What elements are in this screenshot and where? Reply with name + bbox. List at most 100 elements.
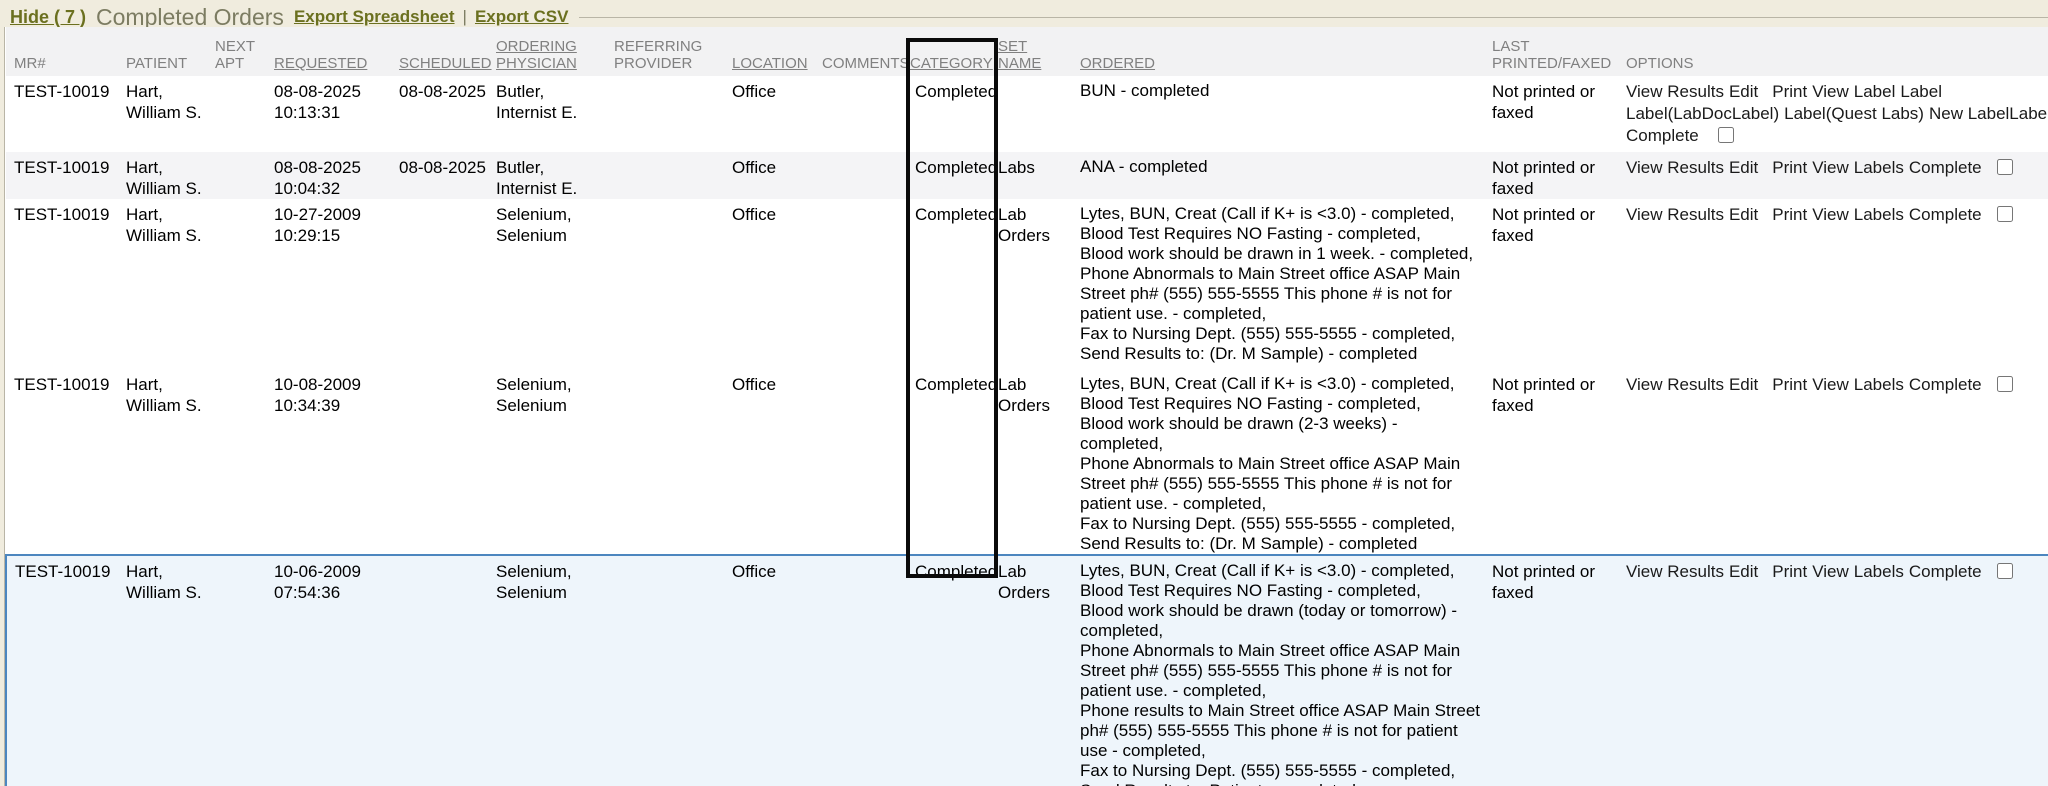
complete-checkbox[interactable] (1718, 127, 1734, 143)
option-link-view-results[interactable]: View Results (1626, 205, 1724, 224)
option-link-print[interactable]: Print (1772, 562, 1807, 581)
option-link-complete[interactable]: Complete (1909, 158, 1982, 177)
complete-checkbox[interactable] (1997, 563, 2013, 579)
cell-text-line: Phone Abnormals to Main Street office AS… (1080, 641, 1484, 701)
option-link-edit[interactable]: Edit (1729, 158, 1758, 177)
cell-last-printed: Not printed or faxed (1492, 76, 1626, 152)
option-link-labels[interactable]: Labels (1854, 562, 1904, 581)
cell-text-line: Send Results to: (Dr. M Sample) - comple… (1080, 534, 1484, 554)
cell-category: Completed (910, 76, 998, 152)
cell-text-line: Internist E. (496, 178, 606, 199)
option-link-complete[interactable]: Complete (1909, 375, 1982, 394)
cell-text-line: 08-08-2025 (274, 81, 391, 102)
table-header-row: MR#PATIENTNEXTAPTREQUESTEDSCHEDULEDORDER… (6, 27, 2048, 76)
option-link-view-results[interactable]: View Results (1626, 375, 1724, 394)
option-link-edit[interactable]: Edit (1729, 375, 1758, 394)
complete-checkbox[interactable] (1997, 206, 2013, 222)
option-link-view-results[interactable]: View Results (1626, 82, 1724, 101)
option-link-new-labellabels[interactable]: New LabelLabels (1929, 104, 2048, 123)
option-link-label-quest-labs-[interactable]: Label(Quest Labs) (1784, 104, 1924, 123)
option-link-view[interactable]: View (1812, 562, 1849, 581)
option-link-label[interactable]: Label (1900, 82, 1942, 101)
column-header-label: OPTIONS (1626, 55, 1694, 72)
cell-text-line: 10-27-2009 (274, 204, 391, 225)
option-link-complete[interactable]: Complete (1626, 126, 1699, 145)
cell-mr: TEST-10019 (6, 369, 126, 555)
column-header-physician[interactable]: ORDERINGPHYSICIAN (496, 27, 614, 76)
options-line: View Results Edit Print View Labels Complete (1626, 157, 2042, 179)
option-link-view[interactable]: View (1812, 158, 1849, 177)
option-link-view-results[interactable]: View Results (1626, 158, 1724, 177)
complete-checkbox[interactable] (1997, 159, 2013, 175)
cell-text-line: Selenium, (496, 561, 606, 582)
cell-provider (614, 555, 732, 786)
column-header-comments: COMMENTS (822, 27, 910, 76)
cell-mr: TEST-10019 (6, 76, 126, 152)
cell-ordered: Lytes, BUN, Creat (Call if K+ is <3.0) -… (1080, 555, 1492, 786)
cell-scheduled (399, 555, 496, 786)
column-header-label[interactable]: LOCATION (732, 55, 808, 72)
column-header-label[interactable]: PHYSICIAN (496, 55, 577, 72)
column-header-label: PRINTED/FAXED (1492, 55, 1611, 72)
cell-text-line: 08-08-2025 (274, 157, 391, 178)
cell-ordered: ANA - completed (1080, 152, 1492, 199)
column-header-label: APT (215, 55, 244, 72)
option-link-label-labdoclabel-[interactable]: Label(LabDocLabel) (1626, 104, 1779, 123)
options-line: Complete (1626, 125, 2042, 147)
column-header-label[interactable]: NAME (998, 55, 1041, 72)
cell-text-line: ANA - completed (1080, 157, 1484, 177)
cell-ordered: Lytes, BUN, Creat (Call if K+ is <3.0) -… (1080, 369, 1492, 555)
option-link-view-results[interactable]: View Results (1626, 562, 1724, 581)
option-link-labels[interactable]: Labels (1854, 205, 1904, 224)
cell-next-apt (215, 555, 274, 786)
column-header-label[interactable]: SCHEDULED (399, 55, 492, 72)
cell-text-line: BUN - completed (1080, 81, 1484, 101)
cell-scheduled: 08-08-2025 (399, 152, 496, 199)
option-link-view[interactable]: View (1812, 375, 1849, 394)
cell-text-line: Blood work should be drawn in 1 week. - … (1080, 244, 1484, 264)
option-link-print[interactable]: Print (1772, 158, 1807, 177)
option-link-view[interactable]: View (1812, 205, 1849, 224)
option-link-labels[interactable]: Labels (1854, 375, 1904, 394)
option-link-print[interactable]: Print (1772, 82, 1807, 101)
column-header-location[interactable]: LOCATION (732, 27, 822, 76)
column-header-label[interactable]: SET (998, 38, 1027, 55)
column-header-category[interactable]: CATEGORY (910, 27, 998, 76)
cell-text-line: William S. (126, 582, 207, 603)
column-header-label[interactable]: ORDERING (496, 38, 577, 55)
option-link-view[interactable]: View (1812, 82, 1849, 101)
cell-options: View Results Edit Print View Labels Complete (1626, 199, 2048, 369)
option-link-complete[interactable]: Complete (1909, 562, 1982, 581)
column-header-ordered[interactable]: ORDERED (1080, 27, 1492, 76)
cell-patient: Hart,William S. (126, 555, 215, 786)
option-link-print[interactable]: Print (1772, 375, 1807, 394)
cell-comments (822, 369, 910, 555)
cell-text-line: Send Results to: Patient - completed (1080, 781, 1484, 786)
option-link-edit[interactable]: Edit (1729, 82, 1758, 101)
option-link-labels[interactable]: Labels (1854, 158, 1904, 177)
column-header-label[interactable]: CATEGORY (910, 55, 993, 72)
table-row: TEST-10019Hart,William S.10-08-200910:34… (6, 369, 2048, 555)
column-header-scheduled[interactable]: SCHEDULED (399, 27, 496, 76)
export-csv-link[interactable]: Export CSV (475, 7, 569, 27)
option-link-label[interactable]: Label (1854, 82, 1896, 101)
cell-physician: Selenium,Selenium (496, 369, 614, 555)
hide-link[interactable]: Hide ( 7 ) (10, 7, 86, 28)
export-spreadsheet-link[interactable]: Export Spreadsheet (294, 7, 455, 27)
cell-text-line: Selenium (496, 395, 606, 416)
column-header-requested[interactable]: REQUESTED (274, 27, 399, 76)
option-link-complete[interactable]: Complete (1909, 205, 1982, 224)
cell-text-line: William S. (126, 395, 207, 416)
column-header-label[interactable]: ORDERED (1080, 55, 1155, 72)
option-link-edit[interactable]: Edit (1729, 562, 1758, 581)
complete-checkbox[interactable] (1997, 376, 2013, 392)
cell-physician: Butler,Internist E. (496, 76, 614, 152)
table-row: TEST-10019Hart,William S.10-06-200907:54… (6, 555, 2048, 786)
cell-text-line: 10:04:32 (274, 178, 391, 199)
cell-text-line: Blood Test Requires NO Fasting - complet… (1080, 224, 1484, 244)
column-header-setname[interactable]: SETNAME (998, 27, 1080, 76)
cell-scheduled (399, 199, 496, 369)
option-link-print[interactable]: Print (1772, 205, 1807, 224)
option-link-edit[interactable]: Edit (1729, 205, 1758, 224)
column-header-label[interactable]: REQUESTED (274, 55, 367, 72)
